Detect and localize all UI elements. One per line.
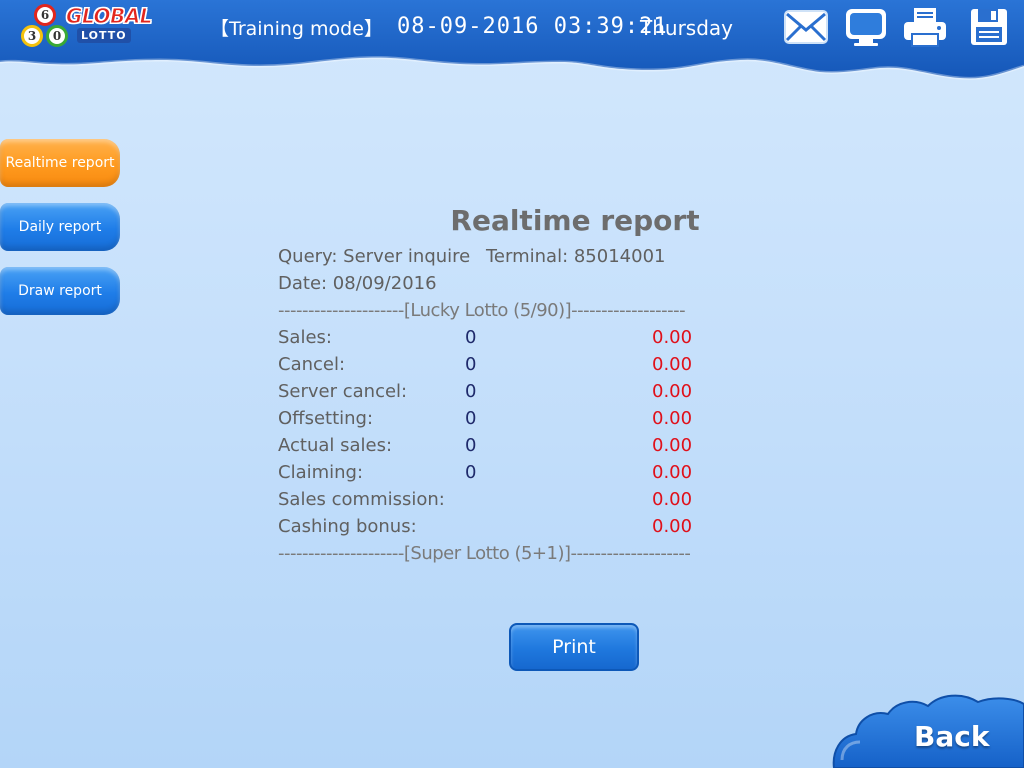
row-count: 0 xyxy=(465,435,477,456)
report-row: Claiming: 0 0.00 xyxy=(278,459,748,486)
report-row: Cashing bonus: 0.00 xyxy=(278,513,748,540)
row-label: Claiming: xyxy=(278,462,364,483)
report-row: Offsetting: 0 0.00 xyxy=(278,405,748,432)
monitor-icon[interactable] xyxy=(843,6,889,48)
header-bar: 6 3 0 GLOBAL LOTTO 【Training mode】 08-09… xyxy=(0,0,1024,100)
report-title: Realtime report xyxy=(450,204,700,237)
report-row: Server cancel: 0 0.00 xyxy=(278,378,748,405)
section-divider-lucky-lotto: ---------------------[Lucky Lotto (5/90)… xyxy=(278,300,686,321)
query-line: Query: Server inquire Terminal: 85014001 xyxy=(278,243,748,270)
row-amount: 0.00 xyxy=(652,381,693,402)
mail-icon[interactable] xyxy=(783,6,829,48)
sidebar-item-daily-report[interactable]: Daily report xyxy=(0,203,120,251)
row-count: 0 xyxy=(465,354,477,375)
report-row: Cancel: 0 0.00 xyxy=(278,351,748,378)
report-row: Sales: 0 0.00 xyxy=(278,324,748,351)
row-amount: 0.00 xyxy=(652,354,693,375)
row-label: Offsetting: xyxy=(278,408,374,429)
back-button[interactable]: Back xyxy=(830,690,1024,768)
row-count: 0 xyxy=(465,462,477,483)
row-amount: 0.00 xyxy=(652,435,693,456)
row-count: 0 xyxy=(465,327,477,348)
save-disk-icon[interactable] xyxy=(966,6,1012,48)
report-body: Query: Server inquire Terminal: 85014001… xyxy=(278,243,748,567)
section-divider-super-lotto: ---------------------[Super Lotto (5+1)]… xyxy=(278,543,691,564)
row-label: Sales: xyxy=(278,327,332,348)
logo-text-top: GLOBAL xyxy=(66,4,153,29)
row-amount: 0.00 xyxy=(652,489,693,510)
date-label: Date: 08/09/2016 xyxy=(278,273,437,294)
row-amount: 0.00 xyxy=(652,327,693,348)
terminal-label: Terminal: 85014001 xyxy=(486,246,666,267)
row-label: Cancel: xyxy=(278,354,346,375)
global-lotto-logo: 6 3 0 GLOBAL LOTTO xyxy=(20,2,153,48)
report-row: Actual sales: 0 0.00 xyxy=(278,432,748,459)
row-amount: 0.00 xyxy=(652,408,693,429)
printer-icon[interactable] xyxy=(902,6,948,48)
report-row: Sales commission: 0.00 xyxy=(278,486,748,513)
query-label: Query: Server inquire xyxy=(278,246,471,267)
row-amount: 0.00 xyxy=(652,516,693,537)
row-label: Server cancel: xyxy=(278,381,408,402)
sidebar-item-draw-report[interactable]: Draw report xyxy=(0,267,120,315)
logo-text-bottom: LOTTO xyxy=(77,28,131,43)
training-mode-label: 【Training mode】 xyxy=(210,18,383,40)
row-count: 0 xyxy=(465,381,477,402)
weekday-display: Thursday xyxy=(640,16,733,40)
row-amount: 0.00 xyxy=(652,462,693,483)
logo-ball-red: 6 xyxy=(34,4,56,26)
logo-ball-green: 0 xyxy=(46,25,68,47)
row-count: 0 xyxy=(465,408,477,429)
date-line: Date: 08/09/2016 xyxy=(278,270,748,297)
row-label: Cashing bonus: xyxy=(278,516,417,537)
row-label: Sales commission: xyxy=(278,489,445,510)
sidebar-item-realtime-report[interactable]: Realtime report xyxy=(0,139,120,187)
row-label: Actual sales: xyxy=(278,435,393,456)
datetime-display: 08-09-2016 03:39:21 xyxy=(397,14,668,39)
logo-ball-yellow: 3 xyxy=(21,25,43,47)
back-label: Back xyxy=(914,720,990,753)
print-button[interactable]: Print xyxy=(509,623,639,671)
